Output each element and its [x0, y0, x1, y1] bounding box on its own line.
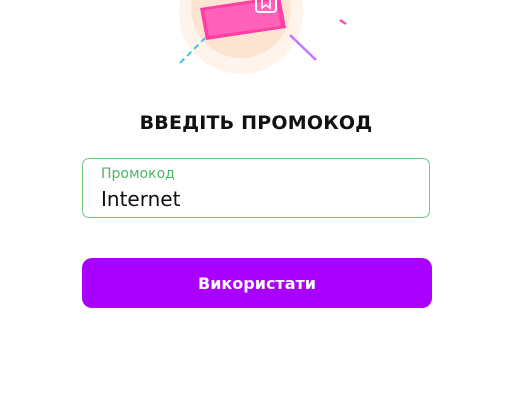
promo-code-field[interactable]: Промокод [82, 158, 430, 218]
promo-illustration [0, 0, 512, 90]
page-title: ВВЕДІТЬ ПРОМОКОД [139, 112, 373, 134]
promo-code-screen: ВВЕДІТЬ ПРОМОКОД Промокод Використати [0, 0, 512, 400]
promo-code-input[interactable] [101, 186, 411, 212]
use-promo-button[interactable]: Використати [82, 258, 432, 308]
promo-code-label: Промокод [101, 166, 175, 182]
